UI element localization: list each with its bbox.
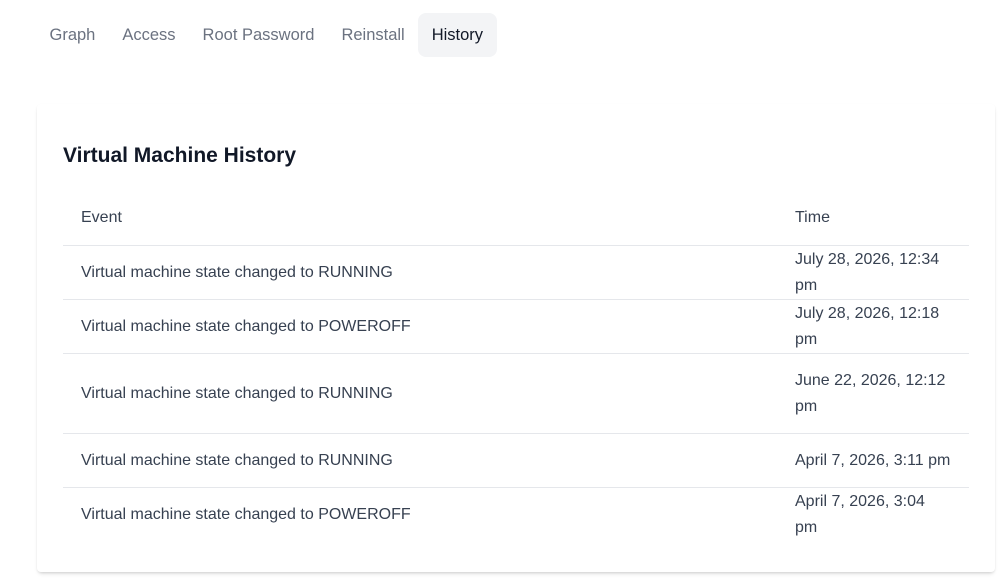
time-cell: June 22, 2026, 12:12 pm: [777, 353, 969, 434]
table-header-row: Event Time: [63, 190, 969, 246]
event-cell: Virtual machine state changed to RUNNING: [63, 353, 777, 434]
tab-reinstall[interactable]: Reinstall: [328, 13, 418, 57]
table-row: Virtual machine state changed to POWEROF…: [63, 488, 969, 542]
time-cell: July 28, 2026, 12:34 pm: [777, 245, 969, 300]
event-cell: Virtual machine state changed to POWEROF…: [81, 505, 411, 523]
table-row: Virtual machine state changed to POWEROF…: [63, 299, 969, 354]
tab-graph[interactable]: Graph: [36, 13, 109, 57]
tab-root-password[interactable]: Root Password: [189, 13, 328, 57]
table-row: Virtual machine state changed to RUNNING…: [63, 353, 969, 434]
time-cell: July 28, 2026, 12:18 pm: [777, 299, 969, 354]
history-title: Virtual Machine History: [63, 144, 297, 167]
time-column-header: Time: [777, 190, 969, 246]
table-row: Virtual machine state changed to RUNNING…: [63, 245, 969, 300]
tab-history[interactable]: History: [418, 13, 497, 57]
time-cell: April 7, 2026, 3:11 pm: [777, 433, 969, 488]
time-cell: April 7, 2026, 3:04 pm: [795, 492, 925, 536]
event-column-header: Event: [63, 190, 777, 246]
event-cell: Virtual machine state changed to POWEROF…: [63, 299, 777, 354]
tab-access[interactable]: Access: [109, 13, 189, 57]
tab-bar: Graph Access Root Password Reinstall His…: [36, 13, 497, 57]
table-row: Virtual machine state changed to RUNNING…: [63, 433, 969, 488]
event-cell: Virtual machine state changed to RUNNING: [63, 433, 777, 488]
history-table: Event Time Virtual machine state changed…: [63, 190, 969, 541]
event-cell: Virtual machine state changed to RUNNING: [63, 245, 777, 300]
history-card: Virtual Machine History Event Time Virtu…: [37, 104, 995, 572]
